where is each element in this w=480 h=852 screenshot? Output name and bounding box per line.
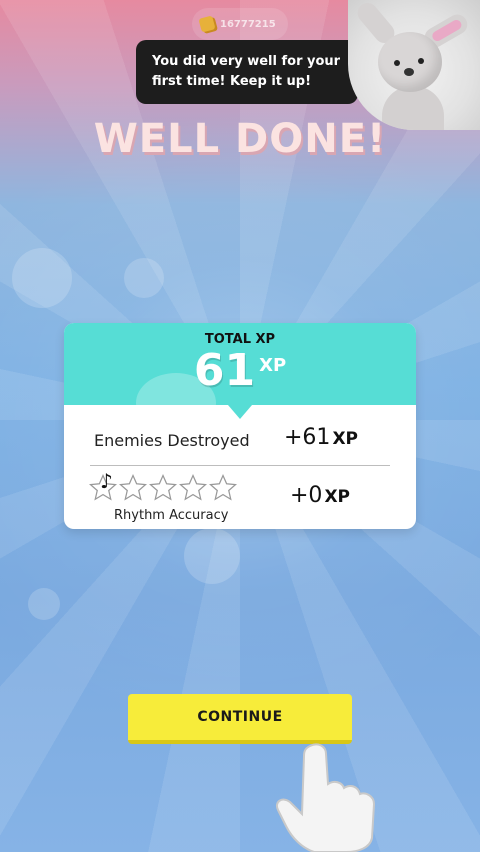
rhythm-accuracy-xp: +0 XP (290, 483, 350, 508)
rhythm-accuracy-label: Rhythm Accuracy (114, 508, 229, 523)
rhythm-xp-unit: XP (324, 487, 351, 507)
music-note-icon: ♪ (100, 469, 113, 493)
bunny-head (378, 32, 442, 92)
bunny-eye (394, 60, 400, 66)
enemies-destroyed-label: Enemies Destroyed (94, 431, 250, 450)
bokeh-circle (184, 528, 240, 584)
currency-amount: 16777215 (220, 18, 276, 30)
pointing-hand-icon (276, 743, 376, 852)
enemies-destroyed-xp: +61 XP (284, 425, 358, 450)
currency-counter: 16777215 (192, 8, 288, 40)
bokeh-circle (124, 258, 164, 298)
total-xp-header: TOTAL XP 61 XP (64, 323, 416, 433)
star-empty-icon (208, 473, 238, 501)
bokeh-circle (12, 248, 72, 308)
row-divider (90, 465, 390, 466)
enemies-xp-value: +61 (284, 425, 331, 450)
xp-summary-card: TOTAL XP 61 XP Enemies Destroyed +61 XP ♪ … (64, 323, 416, 529)
star-empty-icon (118, 473, 148, 501)
header-pointer (228, 405, 252, 419)
total-xp-value: 61 (193, 345, 256, 396)
bunny-eye (418, 58, 424, 64)
total-xp-unit: XP (259, 355, 287, 376)
bunny-avatar (348, 0, 480, 130)
page-title: WELL DONE! (93, 116, 387, 162)
star-empty-icon (148, 473, 178, 501)
enemies-xp-unit: XP (332, 429, 359, 449)
continue-button[interactable]: CONTINUE (128, 694, 352, 744)
total-xp-display: 61 XP (64, 345, 416, 396)
coin-icon (198, 15, 216, 33)
bokeh-circle (28, 588, 60, 620)
rhythm-xp-value: +0 (290, 483, 323, 508)
star-empty-icon (178, 473, 208, 501)
speech-bubble: You did very well for your first time! K… (136, 40, 368, 104)
bunny-nose (404, 68, 414, 76)
